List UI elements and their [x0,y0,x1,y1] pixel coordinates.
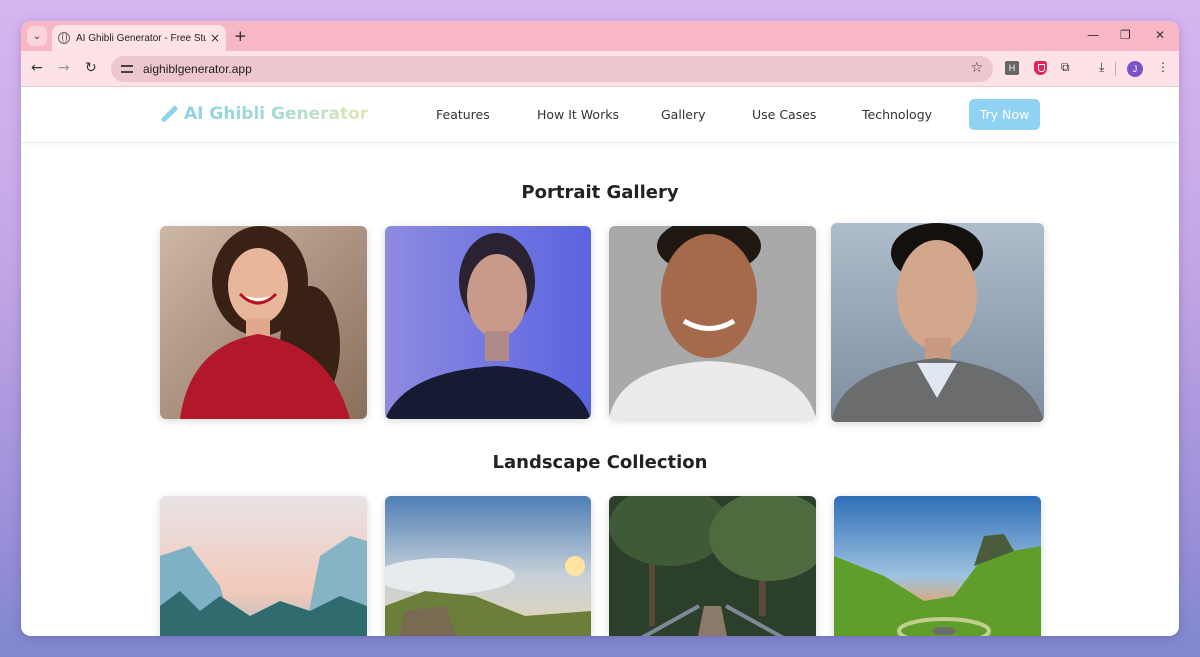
forward-button[interactable]: → [58,60,70,76]
portrait-image-2[interactable] [385,226,591,419]
tab-strip: ⌄ AI Ghibli Generator - Free Studio Ghib… [21,21,1179,51]
landscape-image-4[interactable] [834,496,1041,636]
tab-active[interactable]: AI Ghibli Generator - Free Studio Ghibli… [52,25,226,51]
landscape-image-1[interactable] [160,496,367,636]
landscape-cliffs-clouds-image [385,496,591,636]
bookmark-star-icon[interactable]: ☆ [970,60,983,76]
portrait-woman-red-image [160,226,367,419]
portrait-man-white-image [609,226,816,419]
try-now-button[interactable]: Try Now [969,99,1040,130]
portrait-gallery-title: Portrait Gallery [521,182,679,203]
landscape-green-valley-image [834,496,1041,636]
site-header: AI Ghibli Generator Features How It Work… [21,87,1179,143]
landscape-image-2[interactable] [385,496,591,636]
extension-h-icon[interactable]: H [1005,61,1019,75]
extension-shield-icon[interactable] [1034,61,1047,75]
site-logo[interactable]: AI Ghibli Generator [160,104,368,124]
pencil-icon [160,105,178,123]
nav-link-features[interactable]: Features [436,107,490,122]
portrait-image-3[interactable] [609,226,816,419]
nav-link-gallery[interactable]: Gallery [661,107,706,122]
reload-button[interactable]: ↻ [85,60,97,76]
landscape-forest-bridge-image [609,496,816,636]
portrait-image-4[interactable] [831,223,1044,422]
browser-window: ⌄ AI Ghibli Generator - Free Studio Ghib… [21,21,1179,636]
portrait-image-1[interactable] [160,226,367,419]
profile-avatar[interactable]: J [1127,61,1143,77]
address-bar[interactable]: aighiblgenerator.app ☆ [111,56,993,82]
globe-icon [58,32,70,44]
browser-menu-icon[interactable]: ⋮ [1157,60,1169,74]
brand-name: AI Ghibli Generator [184,104,369,124]
landscape-misty-valley-image [160,496,367,636]
browser-toolbar: ← → ↻ aighiblgenerator.app ☆ H ⧉ ⤓ J ⋮ [21,51,1179,87]
minimize-button[interactable]: — [1087,28,1099,42]
close-window-button[interactable]: ✕ [1155,28,1165,42]
landscape-image-3[interactable] [609,496,816,636]
restore-button[interactable]: ❐ [1120,28,1131,42]
download-icon[interactable]: ⤓ [1099,60,1104,75]
web-page: AI Ghibli Generator Features How It Work… [21,87,1179,636]
new-tab-button[interactable]: + [234,27,247,45]
nav-link-technology[interactable]: Technology [862,107,932,122]
landscape-collection-title: Landscape Collection [492,452,708,473]
site-settings-icon[interactable] [121,63,135,75]
tab-search-button[interactable]: ⌄ [27,26,47,46]
nav-link-use-cases[interactable]: Use Cases [752,107,816,122]
back-button[interactable]: ← [31,60,43,76]
portrait-man-grey-image [831,223,1044,422]
toolbar-divider [1115,62,1116,76]
portrait-woman-blue-image [385,226,591,419]
url-text: aighiblgenerator.app [143,62,252,76]
nav-link-how-it-works[interactable]: How It Works [537,107,619,122]
tab-close-icon[interactable]: × [210,31,220,45]
tab-title: AI Ghibli Generator - Free Studio Ghibli… [76,32,206,44]
extensions-puzzle-icon[interactable]: ⧉ [1061,60,1070,75]
